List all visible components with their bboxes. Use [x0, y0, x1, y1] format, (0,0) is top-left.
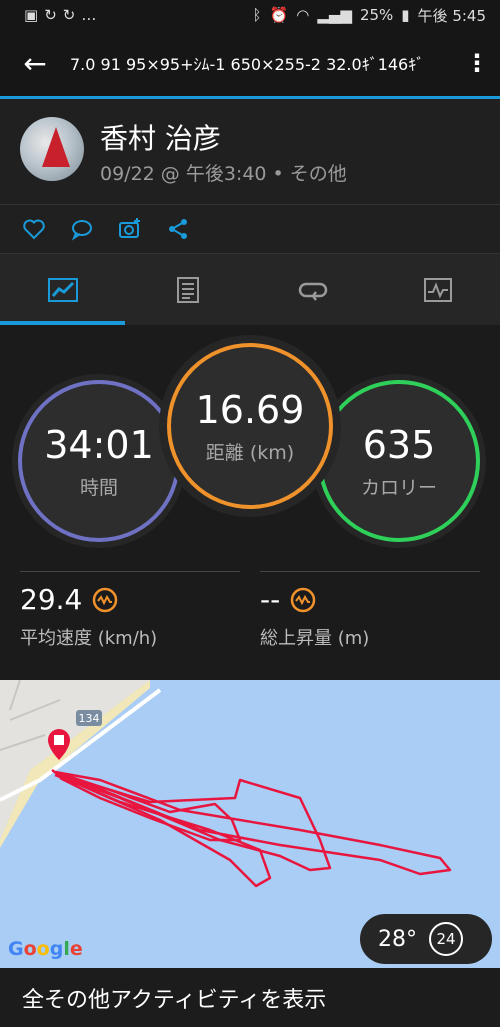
- tab-details[interactable]: [125, 254, 250, 325]
- stats-panel: 34:01 時間 635 カロリー 16.69 距離 (km) 29.4 平均速…: [0, 325, 500, 680]
- action-bar: [0, 205, 500, 253]
- sync-icon: ↻: [44, 6, 57, 24]
- share-icon[interactable]: [166, 217, 190, 241]
- app-bar: ← 7.0 91 95×95+ｼﾑ-1 650×255-2 32.0ｷﾞ146ｷ…: [0, 30, 500, 96]
- like-heart-icon[interactable]: [22, 217, 46, 241]
- google-logo: Google: [8, 938, 83, 960]
- details-document-icon: [176, 276, 199, 303]
- calories-circle: 635 カロリー: [318, 380, 480, 542]
- activity-datetime: 09/22 @ 午後3:40 • その他: [100, 163, 347, 185]
- tab-charts[interactable]: [375, 254, 500, 325]
- comment-icon[interactable]: [70, 217, 94, 241]
- pulse-icon[interactable]: [92, 587, 118, 613]
- wifi-icon: ◠: [296, 6, 310, 24]
- distance-circle: 16.69 距離 (km): [167, 343, 333, 509]
- tab-overview[interactable]: [0, 254, 125, 325]
- calories-label: カロリー: [360, 476, 437, 499]
- bluetooth-icon: ᛒ: [252, 6, 262, 24]
- laps-loop-icon: [298, 282, 327, 301]
- tab-bar: [0, 253, 500, 325]
- signal-icon: ▂▄▆: [317, 6, 352, 24]
- avatar[interactable]: [20, 117, 84, 181]
- weather-badge[interactable]: 28° 24: [360, 914, 492, 964]
- clock: 午後 5:45: [417, 6, 486, 25]
- activity-header: 香村 治彦 09/22 @ 午後3:40 • その他: [0, 99, 500, 204]
- tab-laps[interactable]: [250, 254, 375, 325]
- view-all-activities-link[interactable]: 全その他アクティビティを表示: [0, 968, 500, 1027]
- total-ascent-value: --: [260, 583, 281, 616]
- activity-title: 7.0 91 95×95+ｼﾑ-1 650×255-2 32.0ｷﾞ146ｷﾞ: [70, 55, 425, 74]
- gallery-icon: ▣: [24, 6, 39, 24]
- avg-speed-value: 29.4: [20, 583, 83, 616]
- route-134-label: 134: [79, 712, 100, 725]
- avg-speed-metric: 29.4 平均速度 (km/h): [20, 571, 240, 650]
- overview-chart-icon: [47, 277, 78, 302]
- charts-graph-icon: [423, 277, 452, 302]
- more-notifications-icon: …: [81, 6, 97, 24]
- add-photo-icon[interactable]: [118, 217, 142, 241]
- status-bar: ▣ ↻ ↻ … ᛒ ⏰ ◠ ▂▄▆ 25% ▮ 午後 5:45: [0, 0, 500, 30]
- back-arrow-icon[interactable]: ←: [0, 47, 70, 80]
- time-value: 34:01: [44, 422, 154, 467]
- sync-icon-2: ↻: [62, 6, 76, 24]
- alarm-icon: ⏰: [269, 6, 289, 24]
- user-name[interactable]: 香村 治彦: [100, 117, 221, 157]
- total-ascent-label: 総上昇量 (m): [260, 628, 370, 649]
- wind-speed: 24: [436, 930, 456, 948]
- overflow-menu-icon[interactable]: ⋮: [454, 49, 500, 77]
- battery-percent: 25%: [359, 6, 394, 24]
- total-ascent-metric: -- 総上昇量 (m): [260, 571, 480, 650]
- pulse-icon[interactable]: [290, 587, 316, 613]
- time-circle: 34:01 時間: [18, 380, 180, 542]
- wind-speed-icon: 24: [429, 922, 463, 956]
- track-line: [51, 769, 452, 888]
- temperature: 28°: [378, 926, 417, 952]
- distance-value: 16.69: [195, 387, 305, 432]
- time-label: 時間: [79, 476, 118, 499]
- distance-label: 距離 (km): [205, 441, 295, 464]
- battery-icon: ▮: [401, 6, 410, 24]
- route-map[interactable]: 134 Google 28° 24: [0, 680, 500, 968]
- calories-value: 635: [362, 422, 436, 467]
- avg-speed-label: 平均速度 (km/h): [20, 628, 158, 649]
